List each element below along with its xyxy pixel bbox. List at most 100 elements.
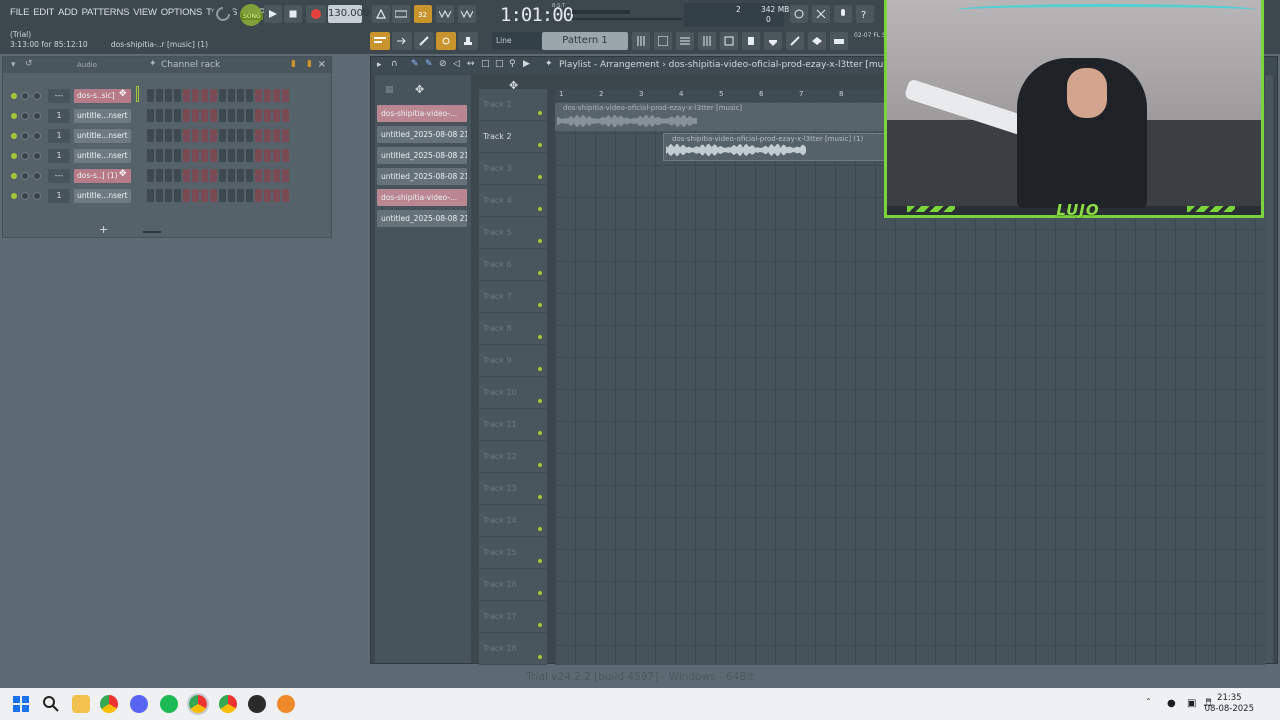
mixer-track-number[interactable]: ---: [48, 89, 70, 103]
wait-input-icon[interactable]: [392, 5, 410, 23]
step-button[interactable]: [282, 109, 289, 122]
step-button[interactable]: [273, 109, 280, 122]
microphone-icon[interactable]: [834, 5, 852, 23]
step-button[interactable]: [147, 89, 154, 102]
step-button[interactable]: [201, 169, 208, 182]
step-button[interactable]: [174, 109, 181, 122]
step-button[interactable]: [237, 169, 244, 182]
step-button[interactable]: [201, 149, 208, 162]
arrow-right-icon[interactable]: [392, 32, 412, 50]
channel-rack-icon[interactable]: [676, 32, 694, 50]
step-button[interactable]: [273, 149, 280, 162]
fl-cloud-icon[interactable]: [830, 32, 848, 50]
step-button[interactable]: [192, 149, 199, 162]
step-button[interactable]: [165, 189, 172, 202]
step-button[interactable]: [255, 129, 262, 142]
channel-row[interactable]: 1 untitle...nsert 1: [3, 147, 331, 165]
step-button[interactable]: [165, 129, 172, 142]
options-arrow-icon[interactable]: ▸: [377, 60, 382, 70]
discord-icon[interactable]: [130, 695, 148, 713]
track-mute-led[interactable]: [538, 303, 542, 307]
volume-knob[interactable]: [33, 152, 41, 160]
step-button[interactable]: [183, 109, 190, 122]
stamp-icon[interactable]: [458, 32, 478, 50]
track-header[interactable]: Track 15: [479, 537, 547, 569]
step-button[interactable]: [147, 169, 154, 182]
undo-icon[interactable]: [790, 5, 808, 23]
pan-knob[interactable]: [21, 92, 29, 100]
browser-icon[interactable]: [720, 32, 738, 50]
piano-roll-icon[interactable]: [654, 32, 672, 50]
step-button[interactable]: [264, 89, 271, 102]
step-button[interactable]: [201, 109, 208, 122]
pattern-selector[interactable]: Pattern 1: [542, 32, 628, 50]
system-clock[interactable]: 21:35 08-08-2025: [1205, 693, 1254, 715]
track-mute-led[interactable]: [538, 559, 542, 563]
channel-row[interactable]: 1 untitle...nsert 1: [3, 127, 331, 145]
step-button[interactable]: [210, 129, 217, 142]
move-icon[interactable]: ✥: [119, 89, 127, 99]
step-button[interactable]: [255, 89, 262, 102]
loop-record-icon[interactable]: [458, 5, 476, 23]
step-button[interactable]: [156, 149, 163, 162]
volume-knob[interactable]: [33, 172, 41, 180]
picker-toggle-icon[interactable]: ▦: [385, 85, 394, 95]
step-button[interactable]: [219, 109, 226, 122]
step-button[interactable]: [273, 169, 280, 182]
help-icon[interactable]: ?: [856, 5, 874, 23]
step-button[interactable]: [156, 169, 163, 182]
channel-row[interactable]: 1 untitle...nsert 1: [3, 107, 331, 125]
master-volume-slider[interactable]: [572, 18, 682, 20]
track-header[interactable]: Track 10: [479, 377, 547, 409]
step-button[interactable]: [246, 109, 253, 122]
track-header[interactable]: Track 14: [479, 505, 547, 537]
mixer-track-number[interactable]: 1: [48, 129, 70, 143]
zoom-tool-icon[interactable]: ⚲: [509, 59, 516, 69]
track-mute-led[interactable]: [538, 207, 542, 211]
step-button[interactable]: [228, 109, 235, 122]
step-button[interactable]: [246, 149, 253, 162]
step-button[interactable]: [255, 109, 262, 122]
step-button[interactable]: [282, 149, 289, 162]
chrome-active-icon[interactable]: [187, 693, 209, 715]
step-button[interactable]: [219, 129, 226, 142]
track-mute-led[interactable]: [538, 527, 542, 531]
channel-name-button[interactable]: untitle...nsert 1: [74, 109, 131, 123]
step-button[interactable]: [237, 149, 244, 162]
mixer-faders-icon[interactable]: [698, 32, 716, 50]
step-button[interactable]: [156, 89, 163, 102]
picker-clip[interactable]: untitled_2025-08-08 21-...: [377, 210, 467, 227]
track-header[interactable]: Track 18: [479, 633, 547, 665]
templates-icon[interactable]: [808, 32, 826, 50]
step-button[interactable]: [237, 129, 244, 142]
step-button[interactable]: [282, 189, 289, 202]
track-header[interactable]: Track 2: [479, 121, 547, 153]
menu-view[interactable]: VIEW: [133, 4, 157, 22]
record-button[interactable]: [306, 5, 326, 23]
channel-name-button[interactable]: untitle...nsert 1: [74, 129, 131, 143]
track-header[interactable]: Track 1: [479, 89, 547, 121]
step-button[interactable]: [183, 89, 190, 102]
picker-clip[interactable]: dos-shipitia-video-...: [377, 105, 467, 122]
step-button[interactable]: [210, 169, 217, 182]
picker-clip[interactable]: untitled_2025-08-08 21-...: [377, 147, 467, 164]
step-button[interactable]: [165, 89, 172, 102]
countdown-icon[interactable]: 32: [414, 5, 432, 23]
track-mute-led[interactable]: [538, 591, 542, 595]
picker-clip[interactable]: untitled_2025-08-08 21-...: [377, 168, 467, 185]
link-icon[interactable]: [436, 32, 456, 50]
picker-clip[interactable]: dos-shipitia-video-...: [377, 189, 467, 206]
menu-options[interactable]: OPTIONS: [161, 4, 203, 22]
step-button[interactable]: [201, 129, 208, 142]
step-button[interactable]: [192, 189, 199, 202]
step-button[interactable]: [156, 129, 163, 142]
snap-select[interactable]: Line: [492, 32, 542, 50]
master-pitch-slider[interactable]: [572, 10, 630, 14]
step-button[interactable]: [237, 189, 244, 202]
step-button[interactable]: [246, 169, 253, 182]
channel-row[interactable]: --- dos-s..] (1) ✥: [3, 167, 331, 185]
track-mute-led[interactable]: [538, 271, 542, 275]
step-button[interactable]: [210, 189, 217, 202]
step-button[interactable]: [255, 189, 262, 202]
track-header[interactable]: Track 6: [479, 249, 547, 281]
